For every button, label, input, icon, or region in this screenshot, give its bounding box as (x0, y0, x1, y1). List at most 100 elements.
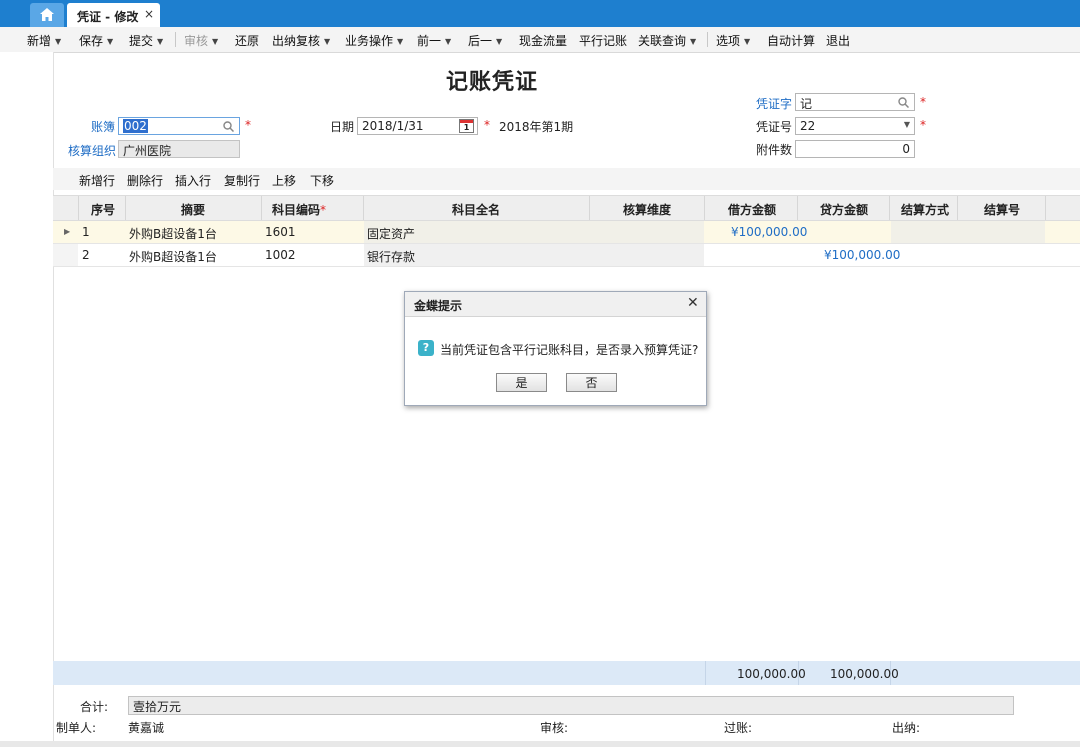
row-code[interactable]: 1601 (265, 225, 296, 239)
voucher-word-value: 记 (800, 97, 813, 111)
book-label[interactable]: 账簿 (91, 118, 115, 135)
move-up-button[interactable]: 上移 (272, 172, 296, 189)
row-code[interactable]: 1002 (265, 248, 296, 262)
search-icon[interactable] (223, 121, 234, 132)
related-query-button[interactable]: 关联查询 ▼ (638, 32, 696, 49)
required-mark: * (920, 118, 926, 132)
row-no: 1 (82, 225, 90, 239)
toolbar-divider (707, 32, 708, 47)
maker-label: 制单人: (56, 721, 97, 735)
col-header-dimension[interactable]: 核算维度 (623, 201, 671, 218)
calendar-icon[interactable]: 1 (459, 119, 474, 133)
voucher-no-label: 凭证号 (756, 120, 793, 134)
row-credit[interactable]: ¥100,000.00 (824, 248, 900, 262)
parallel-accounting-button[interactable]: 平行记账 (579, 32, 627, 49)
dialog-message: 当前凭证包含平行记账科目，是否录入预算凭证? (440, 343, 699, 357)
grid-header: 序号 摘要 科目编码* 科目全名 核算维度 借方金额 贷方金额 结算方式 结算号 (53, 195, 1080, 221)
date-label: 日期 (330, 120, 355, 134)
dialog-title: 金蝶提示 (414, 299, 463, 313)
row-summary[interactable]: 外购B超设备1台 (129, 225, 217, 242)
post-label: 过账: (724, 721, 753, 735)
add-row-button[interactable]: 新增行 (79, 172, 115, 189)
yes-button[interactable]: 是 (496, 373, 547, 392)
no-button[interactable]: 否 (566, 373, 617, 392)
date-input-value: 2018/1/31 (362, 119, 424, 133)
previous-button[interactable]: 前一 ▼ (417, 32, 451, 49)
page-title: 记账凭证 (446, 70, 539, 95)
table-row[interactable]: ▶ 1 外购B超设备1台 1601 固定资产 ¥100,000.00 (53, 221, 1080, 244)
col-header-credit[interactable]: 贷方金额 (820, 201, 868, 218)
voucher-word-label[interactable]: 凭证字 (756, 95, 792, 112)
row-name: 银行存款 (367, 250, 416, 264)
total-label: 合计: (80, 700, 109, 714)
date-input[interactable]: 2018/1/31 1 (357, 117, 478, 135)
debit-total: 100,000.00 (737, 667, 806, 681)
next-button[interactable]: 后一 ▼ (468, 32, 502, 49)
chevron-down-icon[interactable]: ▼ (904, 120, 910, 129)
top-tab-bar (0, 0, 1080, 27)
cash-flow-button[interactable]: 现金流量 (519, 32, 567, 49)
audit-button[interactable]: 审核 ▼ (184, 32, 218, 49)
close-icon[interactable]: × (144, 7, 154, 21)
cashier-label: 出纳: (892, 721, 921, 735)
table-row[interactable]: 2 外购B超设备1台 1002 银行存款 ¥100,000.00 (53, 244, 1080, 267)
col-header-no[interactable]: 序号 (91, 201, 115, 218)
attach-input[interactable]: 0 (795, 140, 915, 158)
search-icon[interactable] (898, 97, 909, 108)
confirm-dialog: 金蝶提示 ✕ ? 当前凭证包含平行记账科目，是否录入预算凭证? 是 否 (404, 291, 707, 406)
cashier-review-button[interactable]: 出纳复核 ▼ (272, 32, 330, 49)
auto-calc-button[interactable]: 自动计算 (767, 32, 815, 49)
voucher-word-input[interactable]: 记 (795, 93, 915, 111)
question-icon: ? (418, 340, 434, 356)
book-input-value: 002 (123, 119, 148, 133)
period-text: 2018年第1期 (499, 120, 574, 134)
maker-value: 黄嘉诚 (128, 721, 165, 735)
business-ops-button[interactable]: 业务操作 ▼ (345, 32, 403, 49)
close-icon[interactable]: ✕ (687, 295, 699, 311)
home-tab[interactable] (30, 3, 64, 27)
toolbar-divider (175, 32, 176, 47)
required-mark: * (920, 95, 926, 109)
dialog-header[interactable]: 金蝶提示 ✕ (405, 292, 706, 317)
col-header-code[interactable]: 科目编码* (272, 201, 326, 218)
voucher-no-value: 22 (800, 119, 816, 133)
copy-row-button[interactable]: 复制行 (224, 172, 260, 189)
col-header-name[interactable]: 科目全名 (452, 201, 500, 218)
home-icon (40, 8, 54, 21)
required-mark: * (245, 118, 251, 132)
totals-row: 100,000.00 100,000.00 (53, 661, 1080, 685)
attach-label: 附件数 (756, 143, 793, 157)
org-field: 广州医院 (118, 140, 240, 158)
bottom-border (0, 741, 1080, 747)
main-toolbar: 新增 ▼ 保存 ▼ 提交 ▼ 审核 ▼ 还原 出纳复核 ▼ 业务操作 ▼ 前一 ▼ 后一 ▼ 现… (0, 27, 1080, 53)
audit-label: 审核: (540, 721, 569, 735)
row-pointer-icon: ▶ (64, 227, 71, 236)
book-input[interactable]: 002 (118, 117, 240, 135)
left-gutter (0, 52, 54, 742)
required-mark: * (484, 118, 490, 132)
options-button[interactable]: 选项 ▼ (716, 32, 750, 49)
row-summary[interactable]: 外购B超设备1台 (129, 248, 217, 265)
col-header-settle-no[interactable]: 结算号 (984, 201, 1020, 218)
submit-button[interactable]: 提交 ▼ (129, 32, 163, 49)
insert-row-button[interactable]: 插入行 (175, 172, 211, 189)
exit-button[interactable]: 退出 (826, 32, 850, 49)
delete-row-button[interactable]: 删除行 (127, 172, 163, 189)
grid-toolbar: 新增行 删除行 插入行 复制行 上移 下移 (53, 168, 1080, 190)
org-label[interactable]: 核算组织 (68, 142, 116, 159)
tab-voucher-edit[interactable]: 凭证 - 修改 × (67, 3, 160, 27)
row-debit[interactable]: ¥100,000.00 (731, 225, 807, 239)
tab-label: 凭证 - 修改 (77, 10, 139, 24)
row-name: 固定资产 (367, 227, 416, 241)
col-header-debit[interactable]: 借方金额 (728, 201, 776, 218)
new-button[interactable]: 新增 ▼ (27, 32, 61, 49)
col-header-summary[interactable]: 摘要 (181, 201, 205, 218)
save-button[interactable]: 保存 ▼ (79, 32, 113, 49)
move-down-button[interactable]: 下移 (310, 172, 334, 189)
credit-total: 100,000.00 (830, 667, 899, 681)
col-header-settle-method[interactable]: 结算方式 (901, 201, 949, 218)
row-no: 2 (82, 248, 90, 262)
voucher-no-select[interactable]: 22 ▼ (795, 117, 915, 135)
restore-button[interactable]: 还原 (235, 32, 259, 49)
total-in-words: 壹拾万元 (128, 696, 1014, 715)
